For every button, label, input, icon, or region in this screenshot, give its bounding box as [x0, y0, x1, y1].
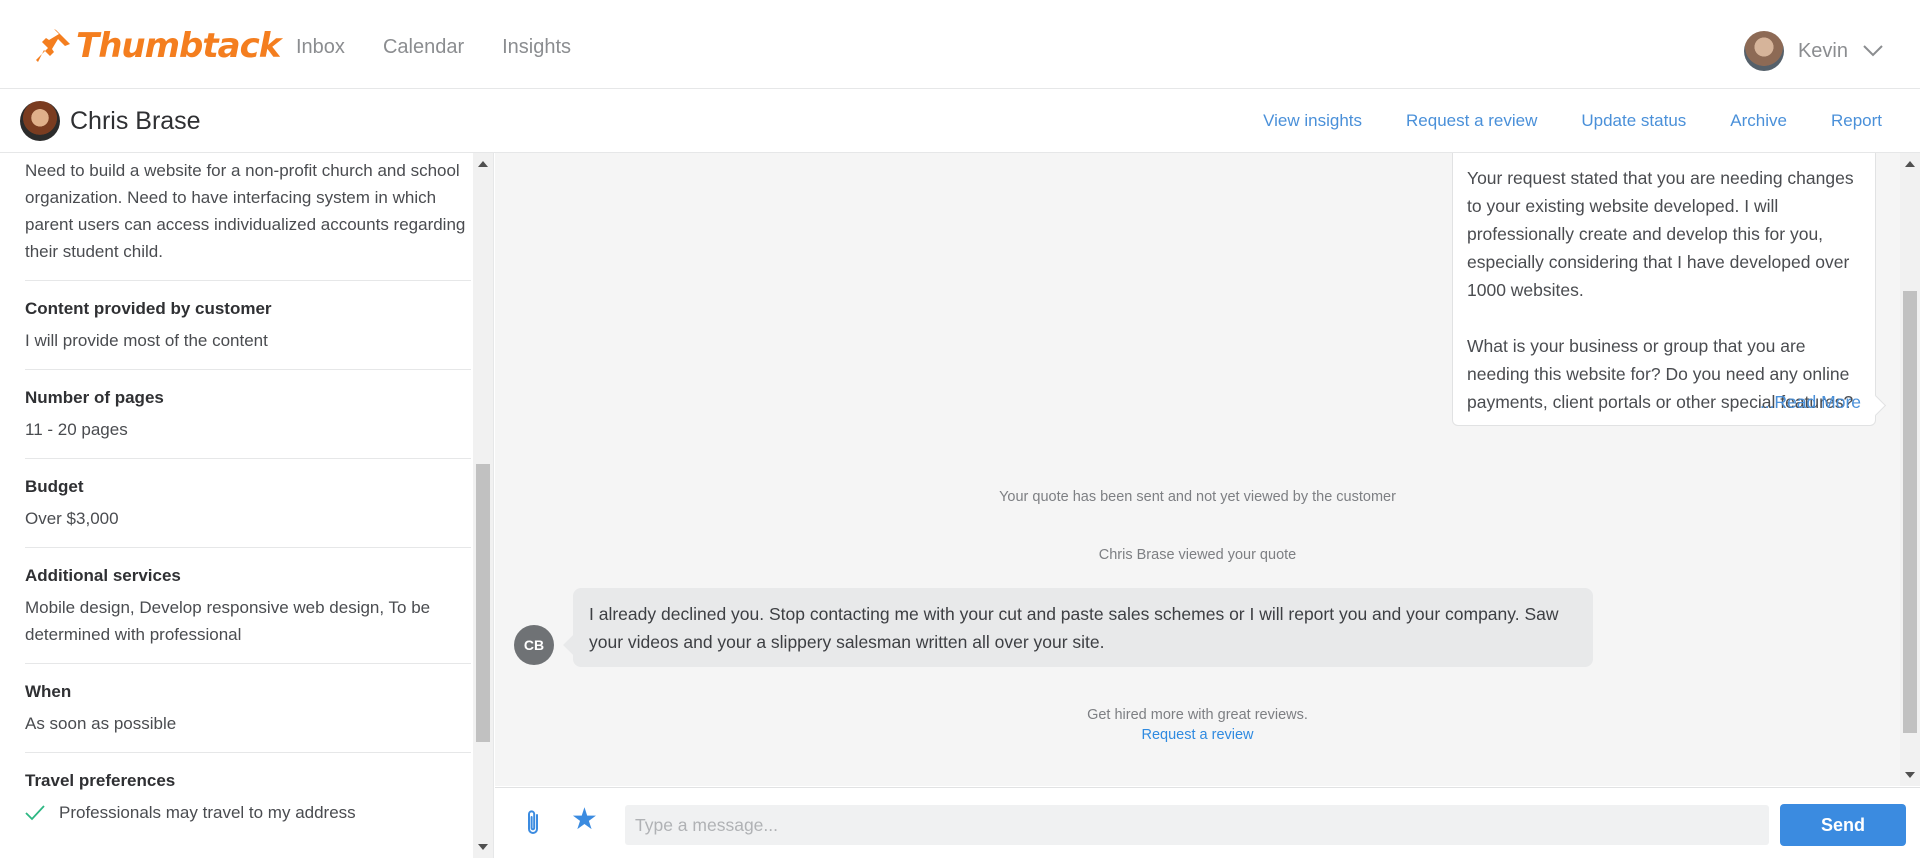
- main-nav: Inbox Calendar Insights: [296, 36, 571, 59]
- report-link[interactable]: Report: [1831, 111, 1882, 131]
- update-status-link[interactable]: Update status: [1581, 111, 1686, 131]
- conversation-panel: Your request stated that you are needing…: [495, 153, 1920, 786]
- thread-actions: View insights Request a review Update st…: [1263, 111, 1882, 131]
- request-details: Need to build a website for a non-profit…: [25, 153, 471, 841]
- star-icon[interactable]: ★: [571, 805, 598, 835]
- scroll-up-arrow-icon[interactable]: [1905, 161, 1915, 167]
- detail-number-of-pages: Number of pages 11 - 20 pages: [25, 370, 471, 459]
- customer-initials-avatar: CB: [514, 625, 554, 665]
- paperclip-icon[interactable]: [519, 808, 549, 838]
- compose-bar: ★ Send: [495, 787, 1920, 858]
- pushpin-icon: [36, 29, 70, 62]
- brand-name: Thumbtack: [76, 26, 281, 66]
- user-menu[interactable]: Kevin: [1743, 31, 1884, 71]
- thumbtack-logo[interactable]: Thumbtack: [36, 26, 281, 66]
- detail-additional-services: Additional services Mobile design, Devel…: [25, 548, 471, 664]
- thread-header: Chris Brase View insights Request a revi…: [0, 90, 1920, 153]
- detail-label: When: [25, 682, 72, 701]
- review-prompt: Get hired more with great reviews.: [1087, 707, 1308, 723]
- detail-content-provided: Content provided by customer I will prov…: [25, 281, 471, 370]
- details-scrollbar[interactable]: [473, 153, 493, 858]
- nav-insights[interactable]: Insights: [502, 36, 571, 59]
- detail-value: Over $3,000: [25, 509, 119, 528]
- detail-budget: Budget Over $3,000: [25, 459, 471, 548]
- scrollbar-thumb[interactable]: [476, 464, 490, 742]
- system-message-quote-viewed: Chris Brase viewed your quote: [1098, 547, 1297, 563]
- scrollbar-thumb[interactable]: [1903, 291, 1917, 733]
- detail-value: Mobile design, Develop responsive web de…: [25, 598, 431, 644]
- detail-label: Budget: [25, 477, 84, 496]
- detail-label: Number of pages: [25, 388, 164, 407]
- scroll-down-arrow-icon[interactable]: [1905, 772, 1915, 778]
- request-review-link[interactable]: Request a review: [1406, 111, 1537, 131]
- detail-label: Additional services: [25, 566, 181, 585]
- scroll-down-arrow-icon[interactable]: [478, 844, 488, 850]
- travel-value: Professionals may travel to my address: [59, 803, 356, 822]
- view-insights-link[interactable]: View insights: [1263, 111, 1362, 131]
- request-description: Need to build a website for a non-profit…: [25, 153, 471, 281]
- customer-name: Chris Brase: [70, 107, 201, 135]
- request-details-panel: Need to build a website for a non-profit…: [0, 153, 494, 858]
- incoming-message: I already declined you. Stop contacting …: [573, 588, 1593, 667]
- user-avatar: [1743, 31, 1784, 71]
- detail-when: When As soon as possible: [25, 664, 471, 753]
- nav-calendar[interactable]: Calendar: [383, 36, 464, 59]
- message-text: I already declined you. Stop contacting …: [589, 604, 1559, 652]
- detail-label: Content provided by customer: [25, 299, 272, 318]
- scroll-up-arrow-icon[interactable]: [478, 161, 488, 167]
- nav-inbox[interactable]: Inbox: [296, 36, 345, 59]
- customer-avatar: [20, 101, 60, 141]
- send-button[interactable]: Send: [1780, 804, 1906, 846]
- checkmark-icon: [25, 804, 45, 820]
- outgoing-quote-message: Your request stated that you are needing…: [1452, 153, 1876, 426]
- detail-value: I will provide most of the content: [25, 331, 268, 350]
- archive-link[interactable]: Archive: [1730, 111, 1787, 131]
- message-paragraph: Your request stated that you are needing…: [1467, 168, 1854, 300]
- read-more-link[interactable]: ...Read More: [1760, 392, 1861, 413]
- conversation-scrollbar[interactable]: [1900, 153, 1920, 786]
- detail-travel-preferences: Travel preferences Professionals may tra…: [25, 753, 471, 841]
- detail-value: 11 - 20 pages: [25, 420, 128, 439]
- detail-value: As soon as possible: [25, 714, 177, 733]
- detail-label: Travel preferences: [25, 771, 176, 790]
- top-navigation: Thumbtack Inbox Calendar Insights Kevin: [0, 0, 1920, 89]
- chevron-down-icon: [1863, 45, 1883, 57]
- request-review-inline-link[interactable]: Request a review: [495, 727, 1900, 743]
- message-input[interactable]: [625, 805, 1769, 845]
- system-message-quote-sent: Your quote has been sent and not yet vie…: [999, 489, 1396, 505]
- travel-item: Professionals may travel to my address: [25, 799, 471, 826]
- user-name: Kevin: [1797, 39, 1848, 62]
